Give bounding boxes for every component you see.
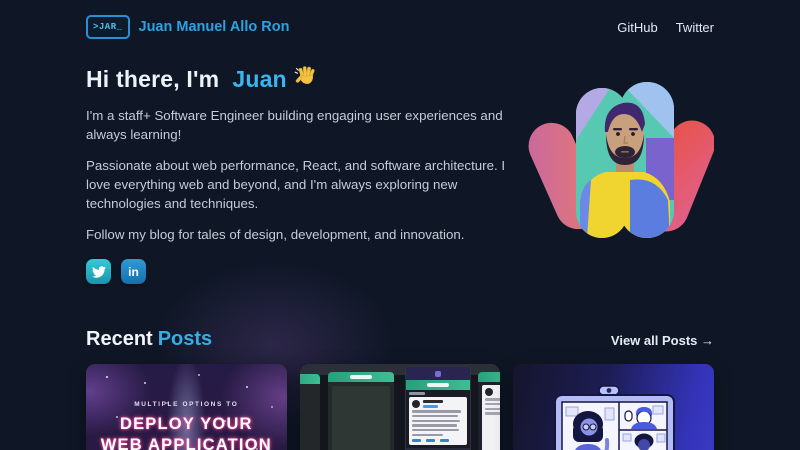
post-title: DEPLOY YOUR WEB APPLICATION xyxy=(86,414,287,450)
tweet-card xyxy=(409,397,467,445)
post-card-deploy-web-application[interactable]: MULTIPLE OPTIONS TO DEPLOY YOUR WEB APPL… xyxy=(86,364,287,450)
waving-hand-icon xyxy=(294,64,318,94)
hero-section: Hi there, I'm Juan xyxy=(86,64,714,284)
recent-title-prefix: Recent xyxy=(86,328,153,350)
phone-mockup xyxy=(406,367,470,450)
tweet-avatar xyxy=(412,400,420,408)
twitter-icon[interactable] xyxy=(86,259,111,284)
greeting-name: Juan xyxy=(232,66,286,93)
recent-title-accent: Posts xyxy=(158,328,212,350)
site-brand[interactable]: >JAR_ Juan Manuel Allo Ron xyxy=(86,15,289,39)
post-card-mobile-app-screenshots[interactable] xyxy=(300,364,501,450)
view-all-posts-link[interactable]: View all Posts → xyxy=(611,333,714,348)
linkedin-glyph: in xyxy=(128,266,139,278)
post-overline: MULTIPLE OPTIONS TO xyxy=(86,401,287,408)
star-field xyxy=(106,376,108,378)
site-header: >JAR_ Juan Manuel Allo Ron GitHub Twitte… xyxy=(86,0,714,41)
nav-github-link[interactable]: GitHub xyxy=(617,20,657,35)
hero-paragraph-2: Passionate about web performance, React,… xyxy=(86,156,518,213)
top-nav: GitHub Twitter xyxy=(617,20,714,35)
hero-heading: Hi there, I'm Juan xyxy=(86,64,518,94)
post-card-video-call-illustration[interactable] xyxy=(513,364,714,450)
recent-posts-header: RecentPosts View all Posts → xyxy=(86,328,714,351)
hero-paragraph-3: Follow my blog for tales of design, deve… xyxy=(86,225,518,244)
avatar xyxy=(528,76,714,248)
post-cards: MULTIPLE OPTIONS TO DEPLOY YOUR WEB APPL… xyxy=(86,364,714,450)
page-background: >JAR_ Juan Manuel Allo Ron GitHub Twitte… xyxy=(0,0,800,450)
hero-paragraph-1: I'm a staff+ Software Engineer building … xyxy=(86,106,518,144)
phone-mockup xyxy=(300,374,320,450)
phone-mockup xyxy=(328,372,394,450)
phone-mockup xyxy=(478,372,501,450)
site-title[interactable]: Juan Manuel Allo Ron xyxy=(139,19,290,35)
greeting-text: Hi there, I'm xyxy=(86,66,219,93)
social-links: in xyxy=(86,259,518,284)
video-call-monitor-illustration xyxy=(513,364,714,450)
jar-logo[interactable]: >JAR_ xyxy=(86,15,130,39)
recent-posts-title: RecentPosts xyxy=(86,328,212,351)
nav-twitter-link[interactable]: Twitter xyxy=(676,20,714,35)
linkedin-icon[interactable]: in xyxy=(121,259,146,284)
